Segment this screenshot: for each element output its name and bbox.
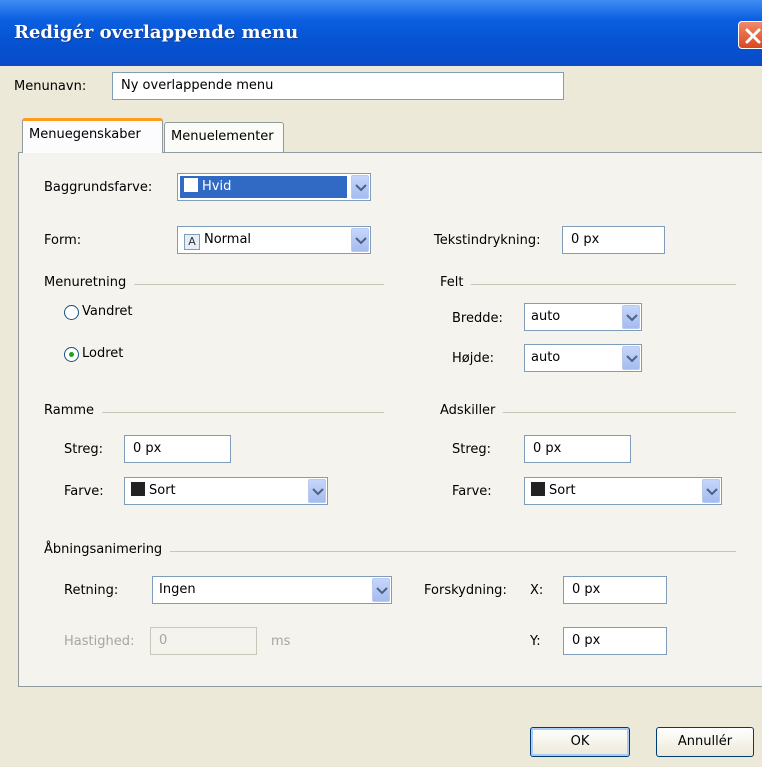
offset-x-label: X: xyxy=(530,583,544,598)
separator-stroke-input[interactable]: 0 px xyxy=(524,435,631,463)
separator-color-value: Sort xyxy=(531,478,576,504)
offset-label: Forskydning: xyxy=(424,583,507,598)
width-value: auto xyxy=(531,309,561,324)
black-swatch-icon xyxy=(531,482,545,496)
close-icon xyxy=(745,28,761,44)
background-color-label: Baggrundsfarve: xyxy=(44,180,153,195)
field-group-line xyxy=(440,284,736,285)
separator-group-label: Adskiller xyxy=(440,403,504,418)
height-value: auto xyxy=(531,350,561,365)
menu-name-label: Menunavn: xyxy=(14,79,87,94)
border-stroke-label: Streg: xyxy=(64,442,104,457)
close-button[interactable] xyxy=(738,21,762,49)
separator-color-select[interactable]: Sort xyxy=(524,477,722,505)
height-select[interactable]: auto xyxy=(524,344,642,372)
animation-direction-value: Ingen xyxy=(159,582,196,597)
border-color-value: Sort xyxy=(131,478,176,504)
dropdown-arrow-icon xyxy=(622,305,640,329)
tab-menu-items[interactable]: Menuelementer xyxy=(164,122,284,152)
radio-horizontal[interactable] xyxy=(64,305,79,320)
dropdown-arrow-icon xyxy=(622,346,640,370)
background-color-select[interactable]: Hvid xyxy=(177,173,371,201)
offset-y-input[interactable]: 0 px xyxy=(563,627,667,655)
radio-vertical[interactable] xyxy=(64,347,79,362)
black-swatch-icon xyxy=(131,482,145,496)
background-color-value: Hvid xyxy=(184,174,231,200)
animation-direction-label: Retning: xyxy=(64,583,119,598)
direction-group-label: Menuretning xyxy=(44,275,135,290)
dropdown-arrow-icon xyxy=(702,479,720,503)
dropdown-arrow-icon xyxy=(372,578,390,602)
shape-label: Form: xyxy=(44,233,82,248)
radio-vertical-label: Lodret xyxy=(82,346,124,361)
separator-stroke-label: Streg: xyxy=(452,442,492,457)
radio-horizontal-label: Vandret xyxy=(82,304,133,319)
speed-unit-label: ms xyxy=(271,634,291,649)
border-group-label: Ramme xyxy=(44,403,103,418)
offset-x-input[interactable]: 0 px xyxy=(563,576,667,604)
animation-direction-select[interactable]: Ingen xyxy=(152,576,392,604)
width-label: Bredde: xyxy=(452,311,503,326)
letter-a-icon: A xyxy=(184,234,200,250)
speed-input: 0 xyxy=(150,627,257,655)
window-title: Redigér overlappende menu xyxy=(14,22,299,43)
text-indent-input[interactable]: 0 px xyxy=(562,226,665,254)
title-bar: Redigér overlappende menu xyxy=(0,0,762,66)
height-label: Højde: xyxy=(452,351,494,366)
field-group-label: Felt xyxy=(440,275,472,290)
dropdown-arrow-icon xyxy=(351,175,369,199)
animation-group-label: Åbningsanimering xyxy=(44,542,171,557)
ok-button[interactable]: OK xyxy=(530,727,630,757)
dropdown-arrow-icon xyxy=(308,479,326,503)
shape-value: A Normal xyxy=(184,227,251,253)
border-stroke-input[interactable]: 0 px xyxy=(124,435,231,463)
separator-color-label: Farve: xyxy=(452,484,492,499)
width-select[interactable]: auto xyxy=(524,303,642,331)
white-swatch-icon xyxy=(184,178,198,192)
speed-label: Hastighed: xyxy=(64,634,135,649)
shape-select[interactable]: A Normal xyxy=(177,226,371,254)
border-color-select[interactable]: Sort xyxy=(124,477,328,505)
border-color-label: Farve: xyxy=(64,484,104,499)
text-indent-label: Tekstindrykning: xyxy=(434,233,541,248)
tab-menu-properties[interactable]: Menuegenskaber xyxy=(22,118,163,153)
offset-y-label: Y: xyxy=(530,634,541,649)
menu-name-input[interactable]: Ny overlappende menu xyxy=(112,72,564,100)
cancel-button[interactable]: Annullér xyxy=(656,727,754,757)
dropdown-arrow-icon xyxy=(351,228,369,252)
